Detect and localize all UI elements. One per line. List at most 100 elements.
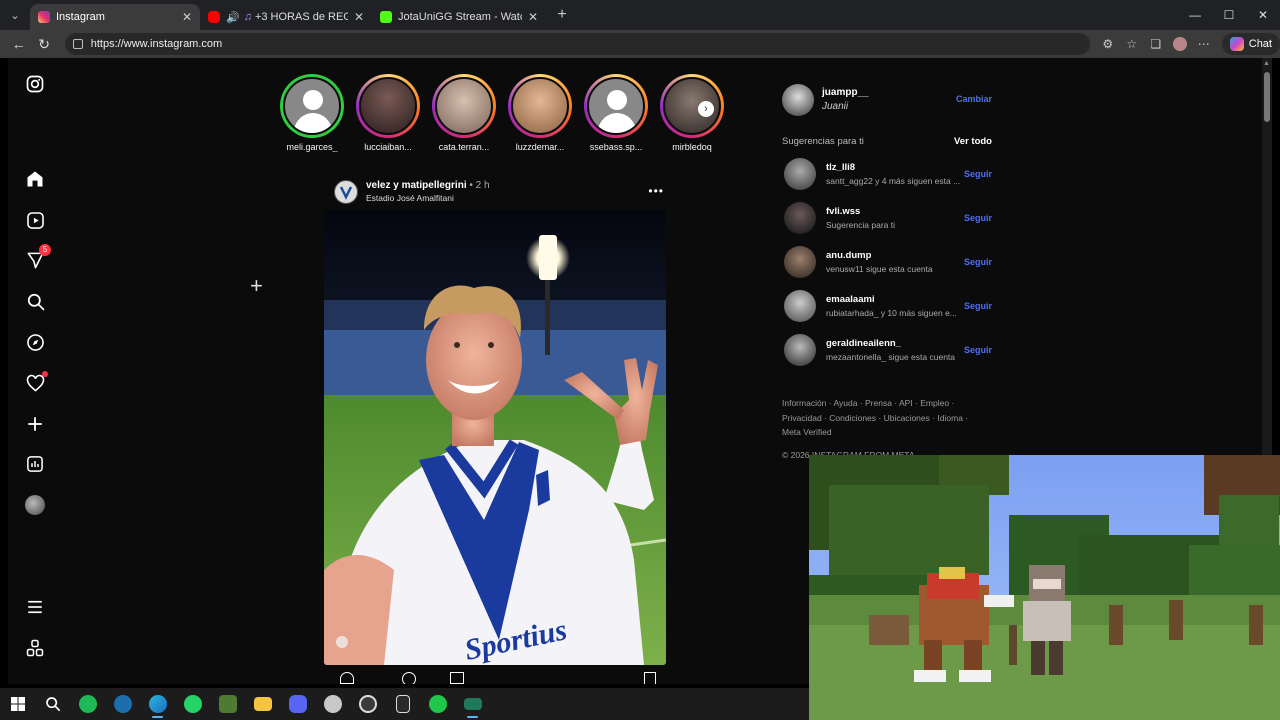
account-username[interactable]: juampp__ xyxy=(822,87,869,98)
tab-close-icon[interactable]: ✕ xyxy=(528,10,538,24)
avatar[interactable] xyxy=(782,84,814,116)
scrollbar-thumb[interactable] xyxy=(1264,72,1270,122)
avatar[interactable] xyxy=(784,290,816,322)
minecraft-icon[interactable] xyxy=(210,688,245,720)
create-plus-icon[interactable] xyxy=(23,412,47,436)
stories-next-chevron-icon[interactable]: › xyxy=(698,101,714,117)
footer-links: Información · Ayuda · Prensa · API · Emp… xyxy=(782,396,982,440)
messages-icon[interactable]: 5 xyxy=(23,244,51,272)
tab-close-icon[interactable]: ✕ xyxy=(182,10,192,24)
spotify-icon[interactable] xyxy=(70,688,105,720)
suggestion-item: anu.dump venusw11 sigue esta cuenta Segu… xyxy=(784,246,992,280)
suggestions-header: Sugerencias para ti Ver todo xyxy=(782,136,992,147)
left-sidebar-nav: 5 xyxy=(8,58,64,684)
switch-account-link[interactable]: Cambiar xyxy=(956,94,992,104)
whatsapp-icon[interactable] xyxy=(175,688,210,720)
profile-avatar-icon[interactable] xyxy=(1168,32,1192,56)
favorites-star-icon[interactable]: ☆ xyxy=(1120,32,1144,56)
taskbar-search-icon[interactable] xyxy=(35,688,70,720)
save-bookmark-icon[interactable] xyxy=(644,672,656,684)
avatar xyxy=(359,77,417,135)
terminal-icon[interactable] xyxy=(455,688,490,720)
share-icon[interactable] xyxy=(450,672,464,684)
more-options-icon[interactable]: ⋯ xyxy=(1192,32,1216,56)
post-image[interactable]: Sportius xyxy=(324,210,666,665)
post-location[interactable]: Estadio José Amalfitani xyxy=(366,193,454,203)
follow-button[interactable]: Seguir xyxy=(964,301,992,311)
dashboard-icon[interactable] xyxy=(23,452,47,476)
close-window-button[interactable]: ✕ xyxy=(1246,0,1280,30)
follow-button[interactable]: Seguir xyxy=(964,345,992,355)
tab-close-icon[interactable]: ✕ xyxy=(354,10,364,24)
new-tab-button[interactable]: + xyxy=(550,6,574,24)
suggestion-username[interactable]: geraldineailenn_ xyxy=(826,338,901,349)
more-menu-icon[interactable] xyxy=(23,595,47,619)
youtube-favicon-icon xyxy=(208,11,220,23)
start-button[interactable] xyxy=(0,688,35,720)
collections-icon[interactable]: ❏ xyxy=(1144,32,1168,56)
discord-icon[interactable] xyxy=(280,688,315,720)
follow-button[interactable]: Seguir xyxy=(964,257,992,267)
instagram-logo-icon[interactable] xyxy=(23,72,47,96)
story-item[interactable]: meli.garces_ xyxy=(274,74,350,152)
tab-actions-menu-icon[interactable]: ⌄ xyxy=(0,0,30,30)
copilot-icon xyxy=(1229,37,1244,51)
story-item[interactable]: luzzdemar... xyxy=(502,74,578,152)
story-item[interactable]: mirbledoq xyxy=(654,74,730,152)
epic-games-icon[interactable] xyxy=(385,688,420,720)
toolbar-icons: ⚙ ☆ ❏ ⋯ xyxy=(1096,32,1216,56)
post-options-icon[interactable]: ••• xyxy=(648,184,664,198)
footer-links-line[interactable]: Información · Ayuda · Prensa · API · Emp… xyxy=(782,396,982,411)
profile-avatar-icon[interactable] xyxy=(23,493,47,517)
post-author[interactable]: velez y matipellegrini • 2 h xyxy=(366,180,490,191)
post-author-name[interactable]: velez y matipellegrini xyxy=(366,180,467,191)
refresh-icon[interactable]: ↻ xyxy=(31,31,56,57)
post-author-avatar[interactable] xyxy=(334,180,358,204)
see-all-link[interactable]: Ver todo xyxy=(954,136,992,147)
suggestion-username[interactable]: tlz_lli8 xyxy=(826,162,855,173)
like-heart-icon[interactable] xyxy=(340,672,354,684)
audio-playing-icon[interactable]: 🔊 xyxy=(226,11,240,24)
reels-icon[interactable] xyxy=(23,208,47,232)
footer-links-line[interactable]: Privacidad · Condiciones · Ubicaciones ·… xyxy=(782,411,982,426)
maximize-button[interactable]: ☐ xyxy=(1212,0,1246,30)
edge-icon[interactable] xyxy=(140,688,175,720)
file-explorer-icon[interactable] xyxy=(245,688,280,720)
follow-button[interactable]: Seguir xyxy=(964,213,992,223)
also-from-meta-icon[interactable] xyxy=(23,636,47,660)
story-username: mirbledoq xyxy=(672,142,712,152)
url-field[interactable]: https://www.instagram.com xyxy=(64,33,1090,55)
scroll-up-arrow-icon[interactable]: ▲ xyxy=(1263,60,1270,67)
green-app-icon[interactable] xyxy=(420,688,455,720)
avatar[interactable] xyxy=(784,246,816,278)
search-icon[interactable] xyxy=(23,289,47,313)
minimize-button[interactable]: — xyxy=(1178,0,1212,30)
explore-icon[interactable] xyxy=(23,330,47,354)
avatar[interactable] xyxy=(784,334,816,366)
game-launcher-icon[interactable] xyxy=(315,688,350,720)
suggestion-username[interactable]: anu.dump xyxy=(826,250,871,261)
footer-links-line[interactable]: Meta Verified xyxy=(782,425,982,440)
avatar[interactable] xyxy=(784,158,816,190)
avatar xyxy=(435,77,493,135)
tab-reggaeton[interactable]: 🔊 ♫ +3 HORAS de REGGAETON ✕ xyxy=(200,4,372,30)
extensions-icon[interactable]: ⚙ xyxy=(1096,32,1120,56)
site-info-icon[interactable] xyxy=(72,39,83,49)
story-item[interactable]: ssebass.sp... xyxy=(578,74,654,152)
suggestion-username[interactable]: fvli.wss xyxy=(826,206,860,217)
browser-tab-bar: ⌄ Instagram ✕ 🔊 ♫ +3 HORAS de REGGAETON … xyxy=(0,0,1280,30)
tab-jotaunigg-stream[interactable]: JotaUniGG Stream - Watch Live on ✕ xyxy=(372,4,546,30)
avatar[interactable] xyxy=(784,202,816,234)
story-item[interactable]: cata.terran... xyxy=(426,74,502,152)
copilot-chat-button[interactable]: Chat xyxy=(1221,33,1280,55)
notifications-heart-icon[interactable] xyxy=(23,371,48,395)
tab-instagram[interactable]: Instagram ✕ xyxy=(30,4,200,30)
back-arrow-icon[interactable]: ← xyxy=(6,31,31,57)
follow-button[interactable]: Seguir xyxy=(964,169,992,179)
comment-icon[interactable] xyxy=(402,672,416,684)
obs-icon[interactable] xyxy=(350,688,385,720)
home-icon[interactable] xyxy=(23,167,47,191)
suggestion-username[interactable]: emaalaami xyxy=(826,294,875,305)
story-item[interactable]: lucciaiban... xyxy=(350,74,426,152)
steam-icon[interactable] xyxy=(105,688,140,720)
